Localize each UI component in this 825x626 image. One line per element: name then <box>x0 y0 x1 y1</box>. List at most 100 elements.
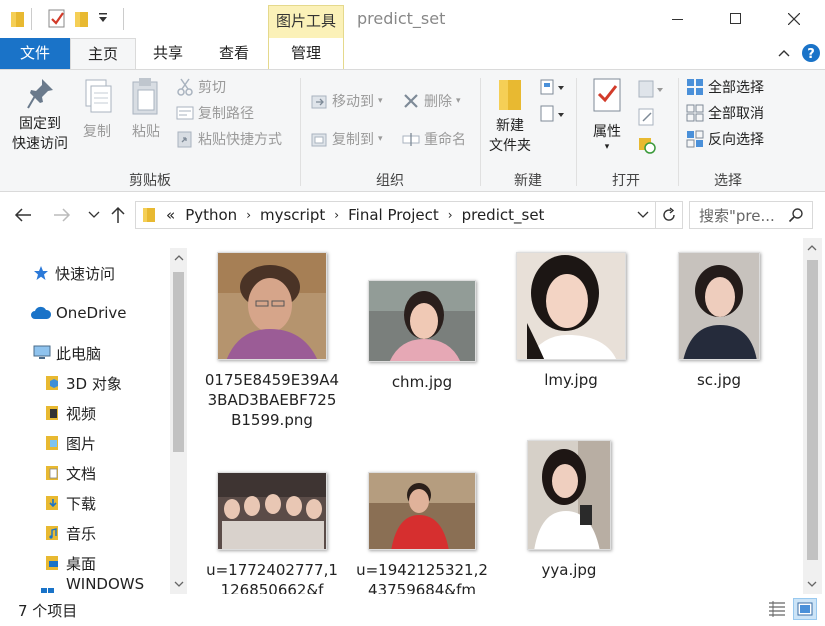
new-folder-quick-icon[interactable] <box>74 10 90 28</box>
new-group-label: 新建 <box>514 173 542 189</box>
folder-icon <box>142 207 156 223</box>
separator <box>123 8 124 30</box>
file-item[interactable]: 0175E8459E39A43BAD3BAEBF725B1599.png <box>204 252 340 430</box>
properties-quick-icon[interactable] <box>48 9 66 29</box>
move-to-button[interactable]: 移动到 ▾ <box>310 90 383 112</box>
organize-group-label: 组织 <box>376 173 404 189</box>
content-scroll-thumb[interactable] <box>807 260 818 560</box>
nav-scrollbar[interactable] <box>170 248 187 594</box>
scroll-up-icon[interactable] <box>807 244 817 252</box>
help-icon[interactable]: ? <box>801 43 821 63</box>
scissors-icon <box>176 78 194 96</box>
up-arrow-icon[interactable] <box>110 206 126 224</box>
large-icons-view-icon <box>797 602 813 616</box>
tab-home[interactable]: 主页 <box>70 38 136 69</box>
copy-button[interactable]: 复制 <box>76 76 118 142</box>
tab-share[interactable]: 共享 <box>140 38 196 69</box>
nav-item-3d-objects[interactable]: 3D 对象 <box>0 368 170 398</box>
edit-icon[interactable] <box>638 108 656 126</box>
nav-item-music[interactable]: 音乐 <box>0 518 170 548</box>
rename-button[interactable]: 重命名 <box>402 128 466 150</box>
scroll-down-icon[interactable] <box>174 580 184 588</box>
breadcrumb-predict-set[interactable]: predict_set <box>462 206 545 224</box>
easy-access-icon[interactable] <box>540 105 566 123</box>
nav-item-downloads[interactable]: 下载 <box>0 488 170 518</box>
cloud-icon <box>30 306 54 320</box>
nav-label: 文档 <box>66 464 97 483</box>
file-item[interactable]: chm.jpg <box>354 252 490 392</box>
history-icon[interactable] <box>638 136 656 154</box>
nav-item-this-pc[interactable]: 此电脑 <box>0 338 170 368</box>
navigation-pane: 快速访问 OneDrive 此电脑 3D 对象 视频 图片 文档 下载 音乐 桌… <box>0 248 188 594</box>
invert-selection-label: 反向选择 <box>708 132 764 148</box>
file-item[interactable]: sc.jpg <box>651 252 787 390</box>
search-placeholder: 搜索"pre... <box>699 206 775 225</box>
paste-shortcut-button[interactable]: 粘贴快捷方式 <box>176 128 282 150</box>
address-bar[interactable]: « Python › myscript › Final Project › pr… <box>135 201 683 229</box>
large-icons-view-button[interactable] <box>793 598 817 620</box>
dropdown-arrow-icon: ▾ <box>604 142 610 152</box>
nav-item-onedrive[interactable]: OneDrive <box>0 298 170 328</box>
nav-label: 桌面 <box>66 554 97 573</box>
group-separator <box>300 78 301 186</box>
recent-locations-chevron-icon[interactable] <box>88 210 100 220</box>
new-item-icon[interactable] <box>540 78 566 96</box>
nav-item-desktop[interactable]: 桌面 <box>0 548 170 578</box>
nav-item-quick-access[interactable]: 快速访问 <box>0 258 170 288</box>
nav-item-windows-drive[interactable]: WINDOWS (C: <box>0 575 170 594</box>
refresh-icon[interactable] <box>661 207 677 223</box>
tab-manage[interactable]: 管理 <box>268 38 344 69</box>
file-name: lmy.jpg <box>544 371 598 389</box>
paste-button[interactable]: 粘贴 <box>124 76 168 142</box>
tab-view[interactable]: 查看 <box>206 38 262 69</box>
select-none-button[interactable]: 全部取消 <box>686 102 764 124</box>
collapse-ribbon-icon[interactable] <box>777 46 791 60</box>
pin-to-quick-access-button[interactable]: 固定到 快速访问 <box>6 76 74 154</box>
delete-button[interactable]: 删除 ▾ <box>402 90 461 112</box>
dropdown-arrow-icon: ▾ <box>378 96 383 106</box>
breadcrumb-separator-icon: › <box>246 208 251 222</box>
overflow-prefix[interactable]: « <box>166 206 175 224</box>
folder-downloads-icon <box>44 495 66 511</box>
details-view-icon[interactable] <box>767 600 787 618</box>
file-item[interactable]: lmy.jpg <box>503 252 639 390</box>
separator <box>655 202 656 228</box>
nav-item-pictures[interactable]: 图片 <box>0 428 170 458</box>
nav-scroll-thumb[interactable] <box>173 272 184 452</box>
select-all-button[interactable]: 全部选择 <box>686 76 764 98</box>
new-folder-button[interactable]: 新建 文件夹 <box>486 76 534 156</box>
file-item[interactable]: u=1772402777,1126850662&f <box>204 472 340 594</box>
properties-button[interactable]: 属性 ▾ <box>584 76 630 152</box>
customize-quick-access-icon[interactable] <box>98 12 108 24</box>
close-button[interactable] <box>765 0 823 38</box>
file-item[interactable]: u=1942125321,243759684&fm <box>354 472 490 594</box>
breadcrumb-final-project[interactable]: Final Project <box>348 206 439 224</box>
select-group-label: 选择 <box>714 173 742 189</box>
new-folder-label-line2: 文件夹 <box>489 138 531 154</box>
copy-to-icon <box>310 130 328 148</box>
copy-to-button[interactable]: 复制到 ▾ <box>310 128 383 150</box>
minimize-button[interactable] <box>649 0 707 38</box>
tab-file[interactable]: 文件 <box>0 38 70 69</box>
dropdown-arrow-icon: ▾ <box>456 96 461 106</box>
group-separator <box>576 78 577 186</box>
copy-path-button[interactable]: 复制路径 <box>176 102 254 124</box>
back-arrow-icon[interactable] <box>14 207 32 223</box>
cut-button[interactable]: 剪切 <box>176 76 226 98</box>
nav-item-documents[interactable]: 文档 <box>0 458 170 488</box>
nav-label: 下载 <box>66 494 97 513</box>
content-scrollbar[interactable] <box>803 238 822 594</box>
breadcrumb-python[interactable]: Python <box>185 206 237 224</box>
open-icon[interactable] <box>638 80 666 98</box>
search-input[interactable]: 搜索"pre... <box>689 201 813 229</box>
nav-item-videos[interactable]: 视频 <box>0 398 170 428</box>
maximize-button[interactable] <box>707 0 765 38</box>
forward-arrow-icon[interactable] <box>53 207 71 223</box>
image-thumbnail <box>516 252 626 360</box>
scroll-up-icon[interactable] <box>174 254 184 262</box>
file-item[interactable]: yya.jpg <box>501 440 637 580</box>
address-history-chevron-icon[interactable] <box>637 210 649 220</box>
scroll-down-icon[interactable] <box>807 580 817 588</box>
breadcrumb-myscript[interactable]: myscript <box>260 206 325 224</box>
invert-selection-button[interactable]: 反向选择 <box>686 128 764 150</box>
